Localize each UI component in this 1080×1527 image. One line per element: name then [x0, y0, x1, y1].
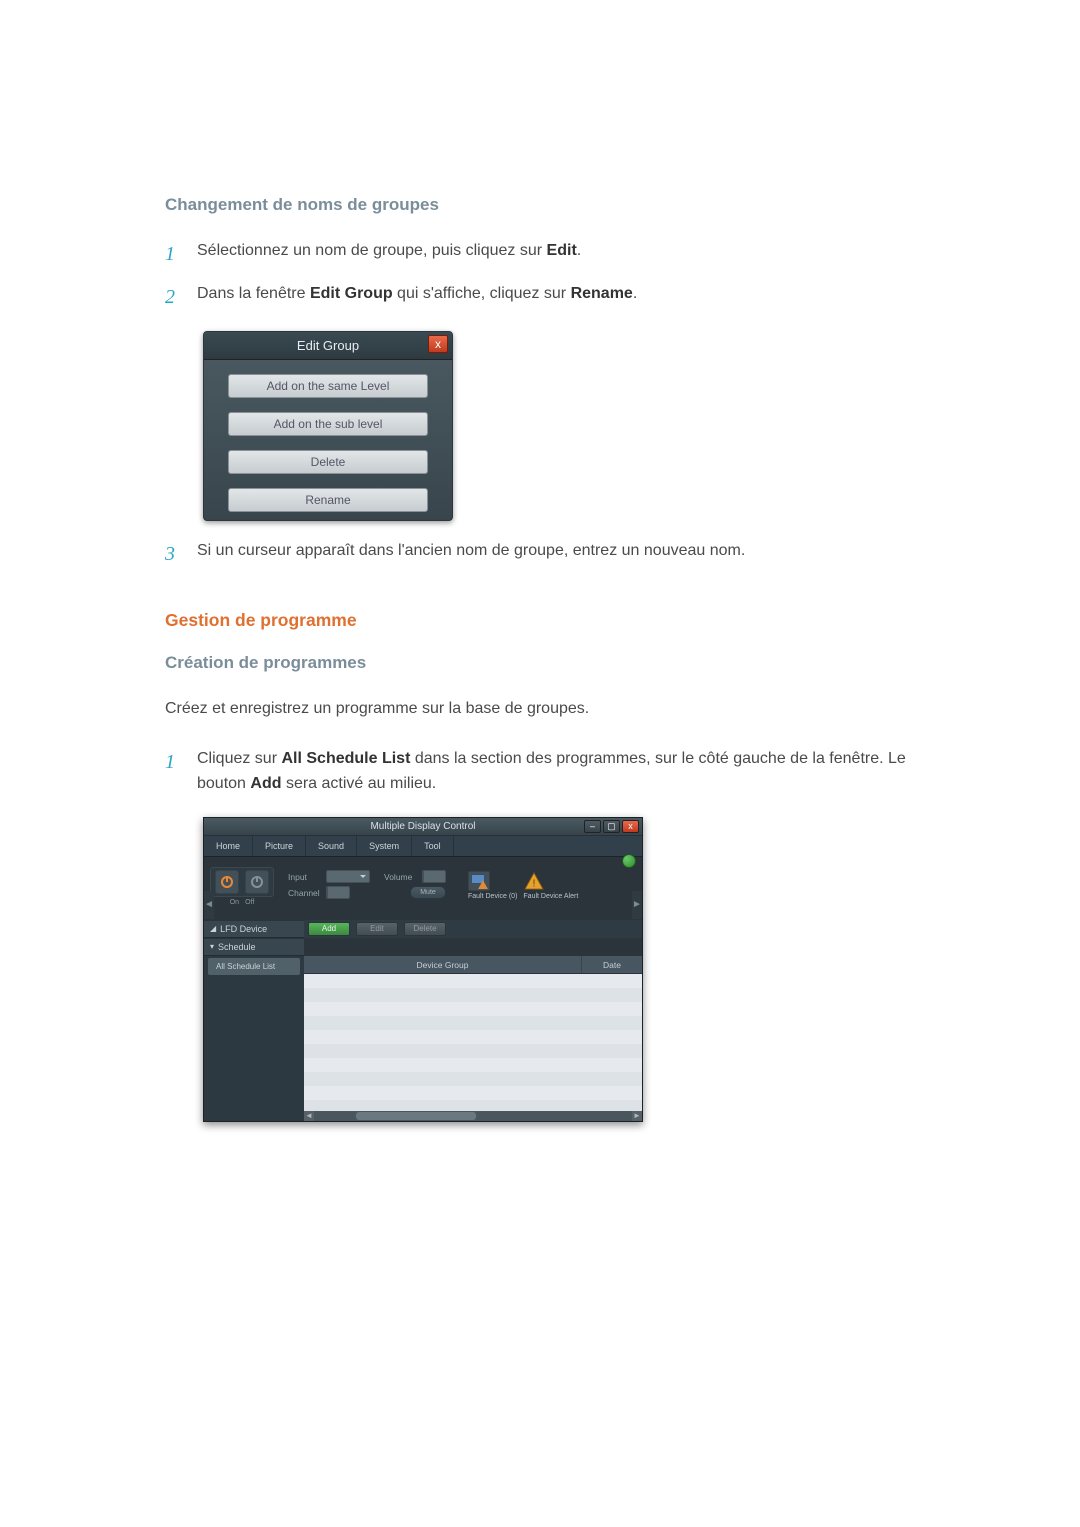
column-date[interactable]: Date: [582, 956, 642, 973]
power-on-button[interactable]: [215, 870, 239, 894]
step-text: Si un curseur apparaît dans l'ancien nom…: [197, 539, 745, 564]
chevron-icon: ◢: [210, 924, 216, 933]
mute-button[interactable]: Mute: [410, 886, 446, 899]
maximize-button[interactable]: ▢: [603, 820, 620, 833]
close-button[interactable]: x: [428, 335, 448, 353]
scroll-right-arrow[interactable]: ►: [632, 1111, 642, 1121]
section-heading-rename: Changement de noms de groupes: [165, 195, 935, 215]
svg-text:!: !: [533, 879, 536, 890]
fault-alert-label: Fault Device Alert: [523, 893, 578, 901]
step-text: Cliquez sur All Schedule List dans la se…: [197, 747, 935, 797]
sidebar-lfd-label: LFD Device: [220, 924, 267, 934]
step-text: Dans la fenêtre Edit Group qui s'affiche…: [197, 282, 637, 307]
bold-edit: Edit: [547, 242, 577, 259]
mdc-window: Multiple Display Control – ▢ x Home Pict…: [203, 817, 643, 1122]
window-titlebar: Multiple Display Control – ▢ x: [204, 818, 642, 835]
add-button[interactable]: Add: [308, 922, 350, 936]
list-rows: [304, 974, 642, 1121]
dialog-title-text: Edit Group: [297, 338, 359, 353]
delete-button[interactable]: Delete: [228, 450, 428, 474]
delete-schedule-button[interactable]: Delete: [404, 922, 446, 936]
text: Sélectionnez un nom de groupe, puis cliq…: [197, 242, 547, 259]
step-number: 2: [165, 282, 197, 313]
scroll-thumb[interactable]: [356, 1112, 476, 1120]
edit-button[interactable]: Edit: [356, 922, 398, 936]
power-on-label: On: [230, 899, 239, 906]
tree-item-all-schedule[interactable]: All Schedule List: [208, 958, 300, 975]
step-text: Sélectionnez un nom de groupe, puis cliq…: [197, 239, 581, 264]
step-1-schedule: 1 Cliquez sur All Schedule List dans la …: [165, 747, 935, 797]
power-off-button[interactable]: [245, 870, 269, 894]
toolbar-area: ◄ ► On Off Input Channel: [204, 857, 642, 920]
tab-picture[interactable]: Picture: [253, 836, 306, 856]
sidebar-section-lfd[interactable]: ◢ LFD Device: [204, 920, 304, 938]
sidebar-schedule-label: Schedule: [218, 942, 256, 952]
text: .: [577, 242, 581, 259]
text: Cliquez sur: [197, 750, 281, 767]
sidebar-section-schedule[interactable]: ▾ Schedule: [204, 938, 304, 956]
tab-tool[interactable]: Tool: [412, 836, 454, 856]
text: sera activé au milieu.: [282, 775, 437, 792]
tab-home[interactable]: Home: [204, 836, 253, 856]
bold-schedule-list: All Schedule List: [281, 750, 410, 767]
edit-group-dialog: Edit Group x Add on the same Level Add o…: [203, 331, 453, 521]
channel-spinner[interactable]: [326, 886, 350, 899]
subheading-create-schedule: Création de programmes: [165, 653, 935, 673]
step-2: 2 Dans la fenêtre Edit Group qui s'affic…: [165, 282, 935, 313]
toolbar-scroll-right[interactable]: ►: [632, 891, 642, 919]
tree-panel: All Schedule List: [204, 956, 304, 1121]
power-group: [210, 867, 274, 897]
list-panel: Device Group Date ◄ ►: [304, 956, 642, 1121]
minimize-button[interactable]: –: [584, 820, 601, 833]
volume-label: Volume: [384, 872, 418, 882]
tab-bar: Home Picture Sound System Tool: [204, 835, 642, 857]
section-heading-schedule: Gestion de programme: [165, 610, 935, 631]
text: .: [633, 285, 637, 302]
step-number: 1: [165, 747, 197, 778]
help-icon[interactable]: [622, 854, 636, 868]
text: Dans la fenêtre: [197, 285, 310, 302]
add-same-level-button[interactable]: Add on the same Level: [228, 374, 428, 398]
fault-device-label: Fault Device (0): [468, 893, 517, 901]
input-channel-group: Input Channel: [288, 870, 370, 902]
rename-button[interactable]: Rename: [228, 488, 428, 512]
input-label: Input: [288, 872, 322, 882]
scroll-left-arrow[interactable]: ◄: [304, 1111, 314, 1121]
text: qui s'affiche, cliquez sur: [393, 285, 571, 302]
dialog-title: Edit Group x: [204, 332, 452, 360]
bold-rename: Rename: [571, 285, 633, 302]
list-header: Device Group Date: [304, 956, 642, 974]
volume-group: Volume Mute: [384, 870, 446, 902]
step-1: 1 Sélectionnez un nom de groupe, puis cl…: [165, 239, 935, 270]
window-title: Multiple Display Control: [370, 821, 475, 832]
close-window-button[interactable]: x: [622, 820, 639, 833]
fault-group: Fault Device (0) ! Fault Device Alert: [468, 871, 578, 901]
bold-add: Add: [250, 775, 281, 792]
paragraph: Créez et enregistrez un programme sur la…: [165, 697, 935, 721]
column-device-group[interactable]: Device Group: [304, 956, 582, 973]
horizontal-scrollbar[interactable]: ◄ ►: [304, 1111, 642, 1121]
fault-device-icon[interactable]: [468, 871, 490, 891]
input-dropdown[interactable]: [326, 870, 370, 883]
window-buttons: – ▢ x: [584, 820, 639, 833]
step-number: 1: [165, 239, 197, 270]
channel-label: Channel: [288, 888, 322, 898]
step-number: 3: [165, 539, 197, 570]
content-split: All Schedule List Device Group Date ◄ ►: [204, 956, 642, 1121]
add-sub-level-button[interactable]: Add on the sub level: [228, 412, 428, 436]
tab-sound[interactable]: Sound: [306, 836, 357, 856]
fault-alert-icon[interactable]: !: [523, 871, 545, 891]
volume-spinner[interactable]: [422, 870, 446, 883]
chevron-down-icon: ▾: [210, 942, 214, 951]
tab-system[interactable]: System: [357, 836, 412, 856]
step-3: 3 Si un curseur apparaît dans l'ancien n…: [165, 539, 935, 570]
power-off-label: Off: [245, 899, 254, 906]
bold-editgroup: Edit Group: [310, 285, 393, 302]
toolbar-scroll-left[interactable]: ◄: [204, 891, 214, 919]
